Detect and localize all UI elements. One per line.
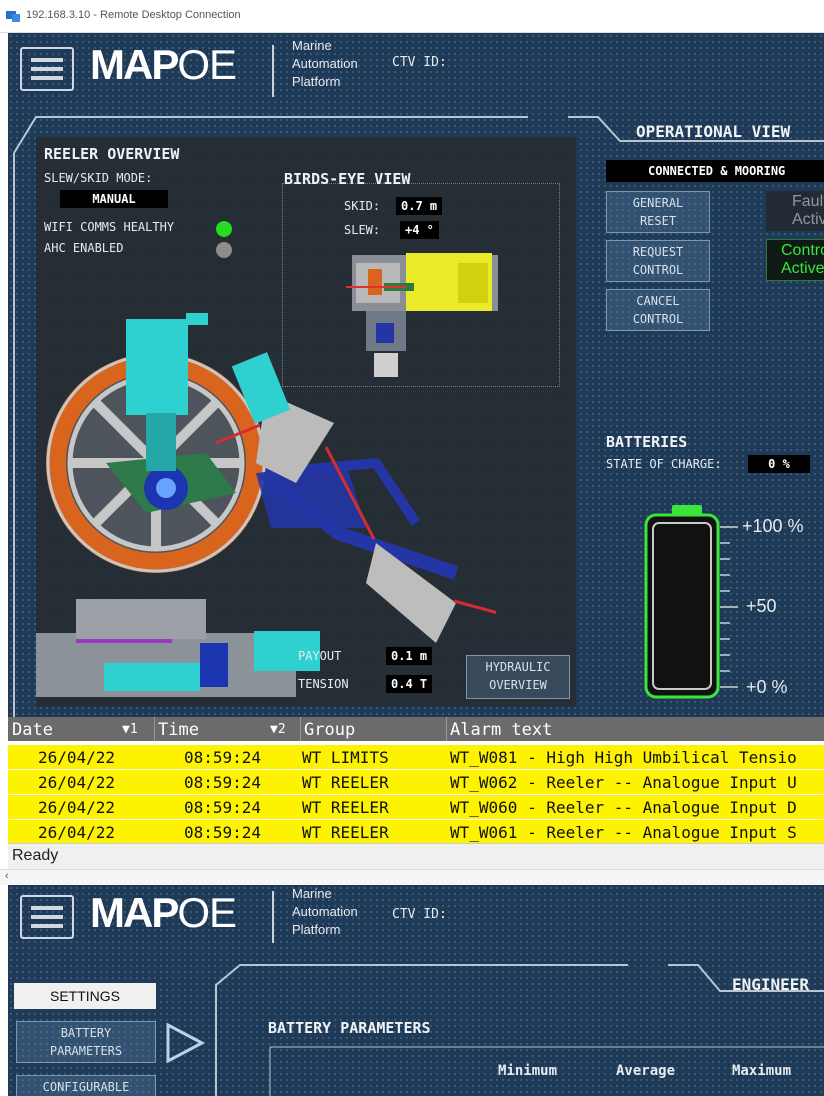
engineer-hmi-panel: MAPOE Marine Automation Platform CTV ID: S… <box>8 885 824 1096</box>
configurable-button[interactable]: CONFIGURABLE <box>16 1075 156 1096</box>
settings-label: SETTINGS <box>14 983 156 1009</box>
battery-scale-100: +100 % <box>742 516 804 536</box>
battery-parameters-button[interactable]: BATTERY PARAMETERS <box>16 1021 156 1063</box>
scroll-left-arrow-icon[interactable]: ‹ <box>5 870 9 882</box>
hydraulic-overview-button[interactable]: HYDRAULIC OVERVIEW <box>466 655 570 699</box>
remote-desktop-icon <box>6 11 20 22</box>
connection-status: CONNECTED & MOORING <box>606 160 824 182</box>
state-of-charge-value: 0 % <box>748 455 810 473</box>
wifi-status-indicator <box>216 221 232 237</box>
cancel-control-button[interactable]: CANCEL CONTROL <box>606 289 710 331</box>
birds-eye-title: BIRDS-EYE VIEW <box>284 170 411 188</box>
alarm-row[interactable]: 26/04/22 08:59:24 WT REELER WT_W062 - Reel… <box>8 770 824 794</box>
play-arrow-icon <box>166 1023 206 1063</box>
battery-scale-50: +50 <box>746 596 777 616</box>
col-minimum-header: Minimum <box>498 1063 558 1079</box>
skid-label: SKID: <box>344 199 381 213</box>
col-maximum-header: Maximum <box>732 1063 792 1079</box>
tension-value: 0.4 T <box>386 675 433 693</box>
status-text: Ready <box>12 847 59 864</box>
payout-label: PAYOUT <box>298 649 342 663</box>
col-average-header: Average <box>616 1063 676 1079</box>
engineer-title: ENGINEER <box>732 975 810 994</box>
col-date-sort-icon[interactable]: ▼1 <box>122 722 138 737</box>
ahc-enabled-label: AHC ENABLED <box>44 241 124 255</box>
status-bar: Ready <box>8 843 824 869</box>
battery-scale-0: +0 % <box>746 677 788 697</box>
col-time-sort-icon[interactable]: ▼2 <box>270 722 286 737</box>
col-group-header[interactable]: Group <box>304 720 355 740</box>
request-control-button[interactable]: REQUEST CONTROL <box>606 240 710 282</box>
col-time-header[interactable]: Time <box>158 720 199 740</box>
alarm-table: Date ▼1 Time ▼2 Group Alarm text 26/04/2… <box>8 717 824 843</box>
reeler-machine-graphic <box>36 313 496 697</box>
slew-mode-value: MANUAL <box>60 190 168 208</box>
operational-hmi-panel: MAPOE Marine Automation Platform CTV ID: R… <box>8 33 824 717</box>
ahc-status-indicator <box>216 242 232 258</box>
skid-value: 0.7 m <box>396 197 443 215</box>
control-active-indicator: ControlActive <box>766 239 824 281</box>
fault-active-indicator: FaultActive <box>766 191 824 231</box>
rdp-title-bar: 192.168.3.10 - Remote Desktop Connection <box>0 0 824 33</box>
wifi-comms-label: WIFI COMMS HEALTHY <box>44 220 175 234</box>
batteries-title: BATTERIES <box>606 433 688 451</box>
general-reset-button[interactable]: GENERAL RESET <box>606 191 710 233</box>
alarm-table-header: Date ▼1 Time ▼2 Group Alarm text <box>8 717 824 741</box>
alarm-row[interactable]: 26/04/22 08:59:24 WT REELER WT_W061 - Reel… <box>8 820 824 843</box>
tension-label: TENSION <box>298 677 349 691</box>
state-of-charge-label: STATE OF CHARGE: <box>606 457 722 471</box>
battery-gauge <box>644 505 738 699</box>
reeler-overview-title: REELER OVERVIEW <box>44 145 180 163</box>
horizontal-scrollbar[interactable]: ‹ <box>0 869 824 885</box>
window-title: 192.168.3.10 - Remote Desktop Connection <box>26 9 241 21</box>
col-date-header[interactable]: Date <box>12 720 53 740</box>
col-alarm-text-header[interactable]: Alarm text <box>450 720 552 740</box>
slew-mode-label: SLEW/SKID MODE: <box>44 171 153 185</box>
alarm-row[interactable]: 26/04/22 08:59:24 WT LIMITS WT_W081 - High… <box>8 745 824 769</box>
operational-view-title: OPERATIONAL VIEW <box>636 122 791 141</box>
battery-parameters-title: BATTERY PARAMETERS <box>268 1019 431 1037</box>
slew-value: +4 ° <box>400 221 439 239</box>
alarm-row[interactable]: 26/04/22 08:59:24 WT REELER WT_W060 - Reel… <box>8 795 824 819</box>
payout-value: 0.1 m <box>386 647 433 665</box>
slew-label: SLEW: <box>344 223 381 237</box>
